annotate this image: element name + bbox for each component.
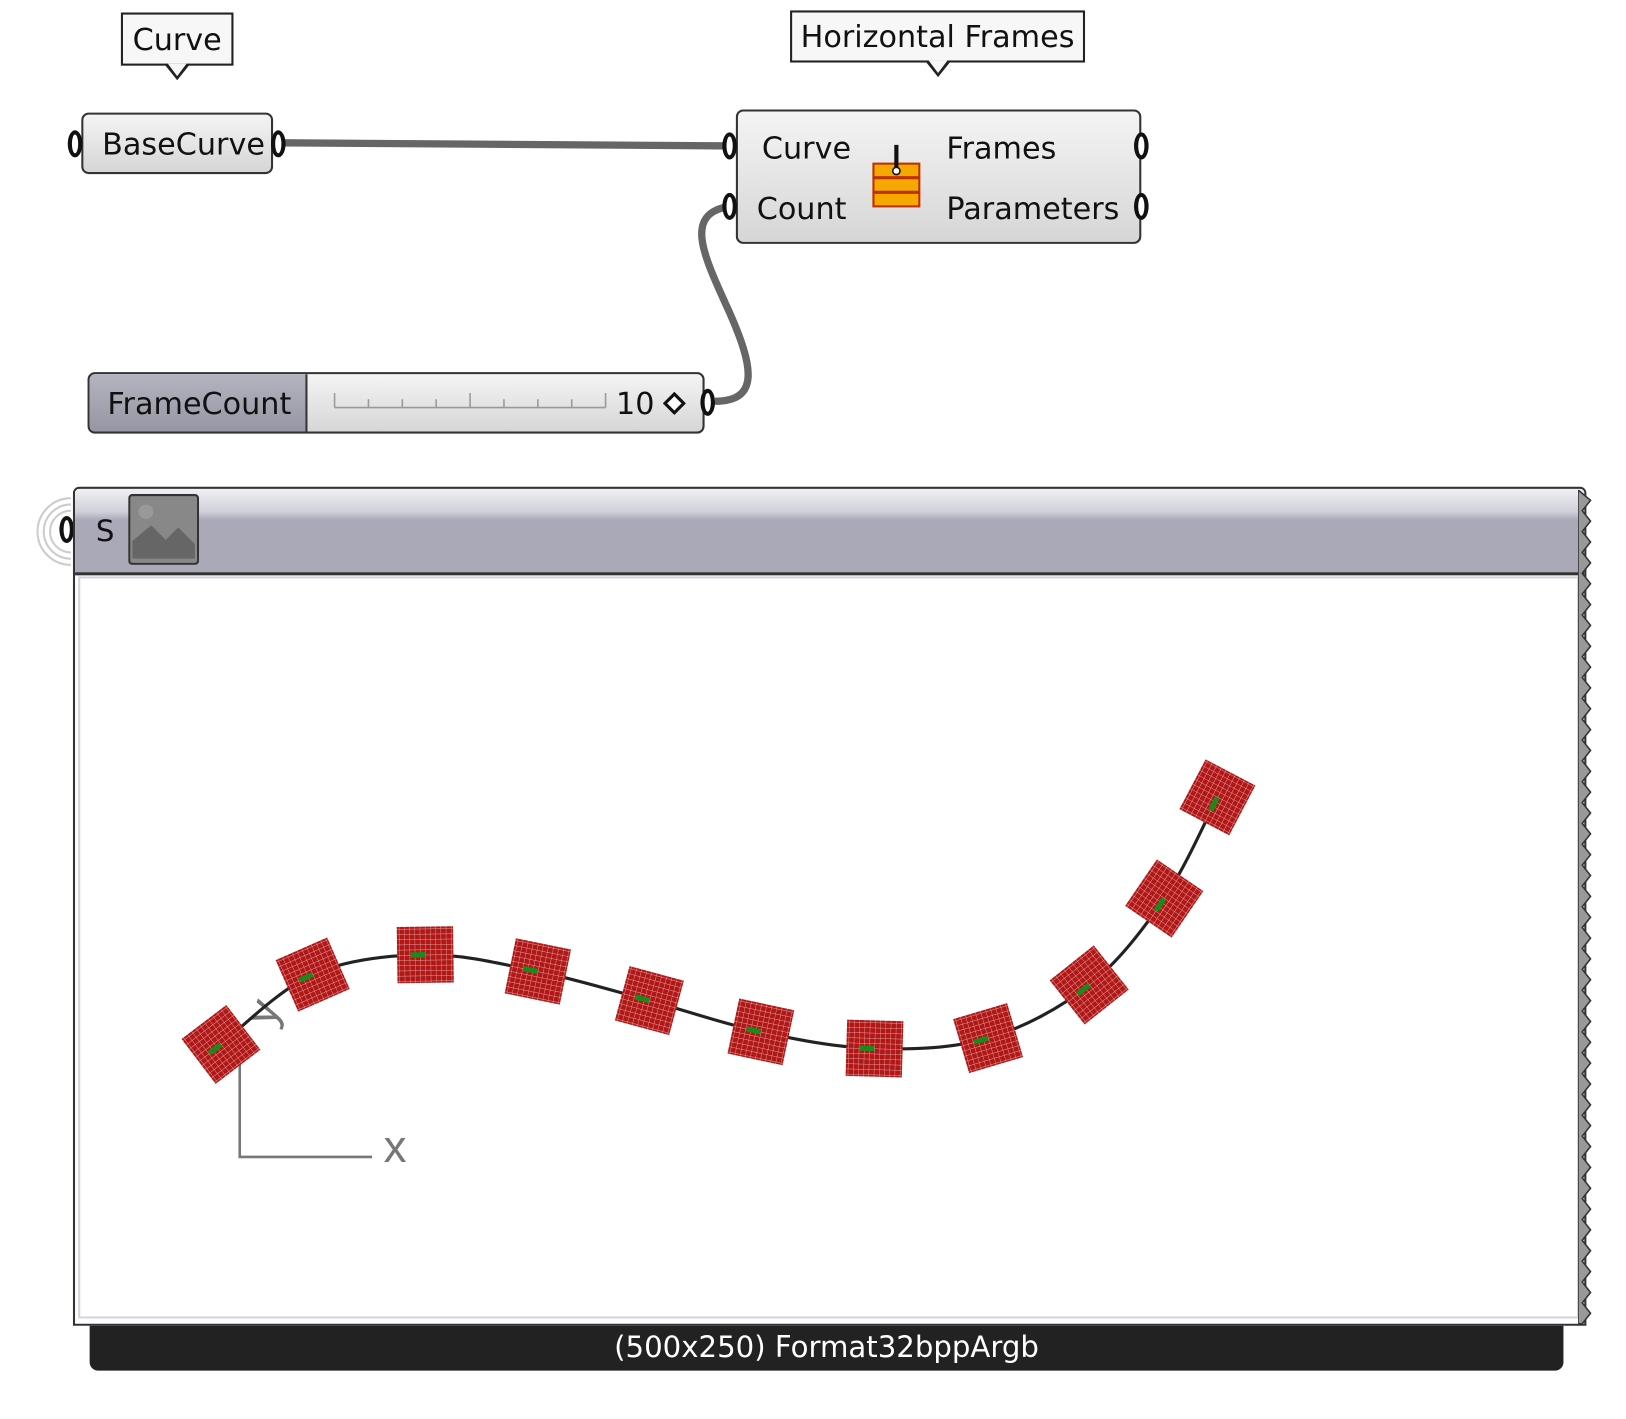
curve-preview: x y <box>0 0 1626 1419</box>
frame-plane <box>397 926 454 983</box>
axis-lines <box>240 1032 372 1157</box>
frame-plane <box>505 938 571 1004</box>
image-format-label: (500x250) Format32bppArgb <box>614 1330 1039 1364</box>
frame-plane <box>727 998 794 1065</box>
frame-plane <box>1125 859 1203 937</box>
frame-plane <box>1179 759 1255 835</box>
axis-x-label: x <box>384 1120 407 1172</box>
frame-plane <box>276 937 350 1011</box>
base-curve-path <box>221 797 1217 1049</box>
frame-plane <box>615 966 684 1035</box>
frame-plane <box>953 1003 1023 1073</box>
image-footer: (500x250) Format32bppArgb <box>90 1326 1564 1371</box>
frame-plane <box>846 1020 904 1078</box>
